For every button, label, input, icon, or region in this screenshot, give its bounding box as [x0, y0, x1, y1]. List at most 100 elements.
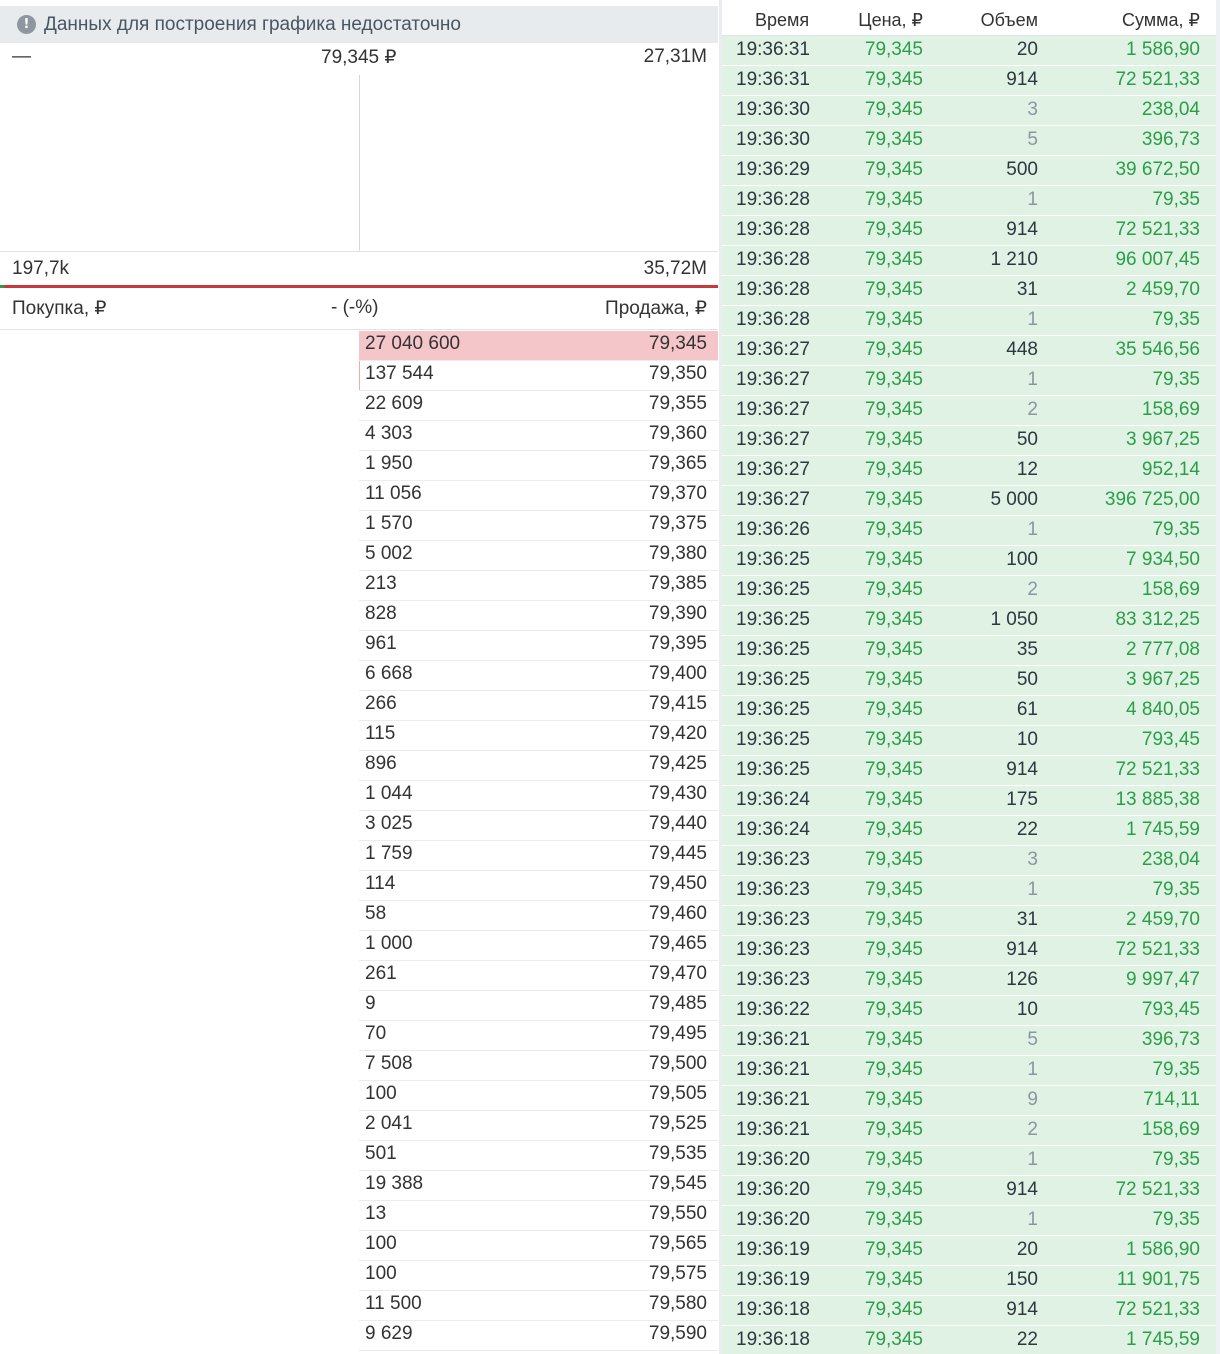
trade-row[interactable]: 19:36:21 79,345 1 79,35 [722, 1056, 1216, 1086]
ask-row[interactable]: 5 002 79,380 [359, 541, 718, 571]
trades-scrollbar[interactable] [1216, 0, 1220, 1354]
trade-row[interactable]: 19:36:22 79,345 10 793,45 [722, 996, 1216, 1026]
time-column-header[interactable]: Время [755, 10, 809, 31]
trade-row[interactable]: 19:36:27 79,345 12 952,14 [722, 456, 1216, 486]
ask-row[interactable]: 961 79,395 [359, 631, 718, 661]
trade-row[interactable]: 19:36:19 79,345 150 11 901,75 [722, 1266, 1216, 1296]
ask-row[interactable]: 11 056 79,370 [359, 481, 718, 511]
trade-volume: 1 [1027, 879, 1038, 900]
trade-row[interactable]: 19:36:24 79,345 175 13 885,38 [722, 786, 1216, 816]
ask-row[interactable]: 100 79,575 [359, 1261, 718, 1291]
ask-row[interactable]: 22 609 79,355 [359, 391, 718, 421]
trade-row[interactable]: 19:36:20 79,345 1 79,35 [722, 1146, 1216, 1176]
sell-column-header[interactable]: Продажа, ₽ [605, 297, 707, 320]
trade-volume: 500 [1006, 159, 1038, 180]
trade-price: 79,345 [864, 909, 923, 930]
chart-baseline [0, 251, 718, 252]
trade-row[interactable]: 19:36:27 79,345 448 35 546,56 [722, 336, 1216, 366]
ask-row[interactable]: 1 759 79,445 [359, 841, 718, 871]
trade-price: 79,345 [864, 489, 923, 510]
trade-row[interactable]: 19:36:28 79,345 914 72 521,33 [722, 216, 1216, 246]
ask-row[interactable]: 70 79,495 [359, 1021, 718, 1051]
chart-bottom-left: 197,7k [12, 258, 70, 279]
ask-row[interactable]: 1 950 79,365 [359, 451, 718, 481]
trade-row[interactable]: 19:36:23 79,345 31 2 459,70 [722, 906, 1216, 936]
trade-row[interactable]: 19:36:20 79,345 914 72 521,33 [722, 1176, 1216, 1206]
trade-row[interactable]: 19:36:19 79,345 20 1 586,90 [722, 1236, 1216, 1266]
trade-row[interactable]: 19:36:27 79,345 1 79,35 [722, 366, 1216, 396]
price-column-header[interactable]: Цена, ₽ [858, 10, 923, 31]
trade-row[interactable]: 19:36:23 79,345 914 72 521,33 [722, 936, 1216, 966]
trade-row[interactable]: 19:36:18 79,345 914 72 521,33 [722, 1296, 1216, 1326]
ask-row[interactable]: 896 79,425 [359, 751, 718, 781]
ask-row[interactable]: 11 500 79,580 [359, 1291, 718, 1321]
ask-row[interactable]: 213 79,385 [359, 571, 718, 601]
ask-row[interactable]: 501 79,535 [359, 1141, 718, 1171]
trade-row[interactable]: 19:36:25 79,345 914 72 521,33 [722, 756, 1216, 786]
ask-row[interactable]: 100 79,565 [359, 1231, 718, 1261]
trade-row[interactable]: 19:36:23 79,345 126 9 997,47 [722, 966, 1216, 996]
trade-row[interactable]: 19:36:18 79,345 22 1 745,59 [722, 1326, 1216, 1354]
trade-row[interactable]: 19:36:23 79,345 1 79,35 [722, 876, 1216, 906]
trade-row[interactable]: 19:36:27 79,345 5 000 396 725,00 [722, 486, 1216, 516]
trade-row[interactable]: 19:36:23 79,345 3 238,04 [722, 846, 1216, 876]
trade-time: 19:36:26 [736, 519, 810, 540]
trade-row[interactable]: 19:36:25 79,345 50 3 967,25 [722, 666, 1216, 696]
trade-row[interactable]: 19:36:26 79,345 1 79,35 [722, 516, 1216, 546]
trade-sum: 39 672,50 [1115, 159, 1200, 180]
trade-row[interactable]: 19:36:25 79,345 2 158,69 [722, 576, 1216, 606]
ask-row[interactable]: 7 508 79,500 [359, 1051, 718, 1081]
best-ask-row[interactable]: 27 040 600 79,345 [359, 331, 718, 361]
ask-row[interactable]: 3 025 79,440 [359, 811, 718, 841]
trade-row[interactable]: 19:36:29 79,345 500 39 672,50 [722, 156, 1216, 186]
trade-row[interactable]: 19:36:30 79,345 5 396,73 [722, 126, 1216, 156]
trade-row[interactable]: 19:36:27 79,345 50 3 967,25 [722, 426, 1216, 456]
trade-time: 19:36:18 [736, 1329, 810, 1350]
ask-row[interactable]: 266 79,415 [359, 691, 718, 721]
ask-row[interactable]: 9 79,485 [359, 991, 718, 1021]
ask-row[interactable]: 4 303 79,360 [359, 421, 718, 451]
trade-sum: 396,73 [1141, 129, 1200, 150]
ask-price: 79,445 [648, 843, 707, 864]
ask-row[interactable]: 114 79,450 [359, 871, 718, 901]
trade-row[interactable]: 19:36:28 79,345 1 210 96 007,45 [722, 246, 1216, 276]
trade-row[interactable]: 19:36:27 79,345 2 158,69 [722, 396, 1216, 426]
trade-row[interactable]: 19:36:25 79,345 35 2 777,08 [722, 636, 1216, 666]
ask-row[interactable]: 13 79,550 [359, 1201, 718, 1231]
trade-row[interactable]: 19:36:25 79,345 61 4 840,05 [722, 696, 1216, 726]
ask-row[interactable]: 115 79,420 [359, 721, 718, 751]
trade-price: 79,345 [864, 309, 923, 330]
sum-column-header[interactable]: Сумма, ₽ [1122, 10, 1200, 31]
trade-row[interactable]: 19:36:30 79,345 3 238,04 [722, 96, 1216, 126]
ask-row[interactable]: 19 388 79,545 [359, 1171, 718, 1201]
trade-row[interactable]: 19:36:25 79,345 10 793,45 [722, 726, 1216, 756]
trade-row[interactable]: 19:36:24 79,345 22 1 745,59 [722, 816, 1216, 846]
ask-row[interactable]: 1 000 79,465 [359, 931, 718, 961]
trade-row[interactable]: 19:36:20 79,345 1 79,35 [722, 1206, 1216, 1236]
trade-row[interactable]: 19:36:21 79,345 5 396,73 [722, 1026, 1216, 1056]
buy-column-header[interactable]: Покупка, ₽ [12, 297, 106, 320]
ask-row[interactable]: 6 668 79,400 [359, 661, 718, 691]
trade-row[interactable]: 19:36:21 79,345 9 714,11 [722, 1086, 1216, 1116]
trade-row[interactable]: 19:36:28 79,345 31 2 459,70 [722, 276, 1216, 306]
ask-row[interactable]: 2 041 79,525 [359, 1111, 718, 1141]
trade-row[interactable]: 19:36:21 79,345 2 158,69 [722, 1116, 1216, 1146]
trade-time: 19:36:27 [736, 399, 810, 420]
ask-row[interactable]: 828 79,390 [359, 601, 718, 631]
trade-row[interactable]: 19:36:28 79,345 1 79,35 [722, 186, 1216, 216]
ask-row[interactable]: 58 79,460 [359, 901, 718, 931]
volume-column-header[interactable]: Объем [981, 10, 1038, 31]
trade-row[interactable]: 19:36:25 79,345 1 050 83 312,25 [722, 606, 1216, 636]
ask-row[interactable]: 9 629 79,590 [359, 1321, 718, 1351]
ask-row[interactable]: 261 79,470 [359, 961, 718, 991]
ask-row[interactable]: 1 044 79,430 [359, 781, 718, 811]
trade-row[interactable]: 19:36:31 79,345 20 1 586,90 [722, 36, 1216, 66]
ask-row[interactable]: 100 79,505 [359, 1081, 718, 1111]
ask-row[interactable]: 137 544 79,350 [359, 361, 718, 391]
trade-row[interactable]: 19:36:31 79,345 914 72 521,33 [722, 66, 1216, 96]
ask-row[interactable]: 1 570 79,375 [359, 511, 718, 541]
trade-row[interactable]: 19:36:25 79,345 100 7 934,50 [722, 546, 1216, 576]
ask-price: 79,580 [648, 1293, 707, 1314]
trade-row[interactable]: 19:36:28 79,345 1 79,35 [722, 306, 1216, 336]
trade-sum: 396,73 [1141, 1029, 1200, 1050]
